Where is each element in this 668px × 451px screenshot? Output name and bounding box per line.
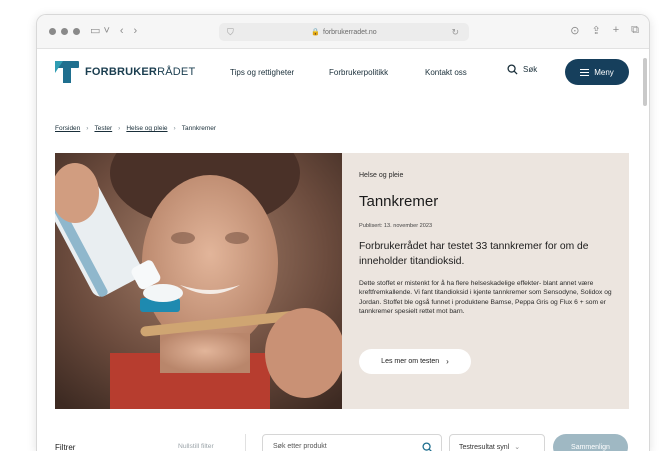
divider <box>245 434 246 451</box>
search-icon <box>507 64 518 75</box>
download-icon[interactable]: ⊙ <box>570 24 579 37</box>
filter-label: Filtrer <box>55 443 76 451</box>
published-date: Publisert: 13. november 2023 <box>359 223 433 229</box>
breadcrumb-helse[interactable]: Helse og pleie <box>126 125 167 132</box>
sort-selected-value: Testresultat synl <box>459 443 510 451</box>
product-search-input[interactable]: Søk etter produkt <box>262 434 442 451</box>
hamburger-icon <box>580 67 590 78</box>
read-more-label: Les mer om testen <box>381 358 440 365</box>
chevron-right-icon: › <box>118 125 121 132</box>
hero-section: Helse og pleie Tannkremer Publisert: 13.… <box>55 153 629 409</box>
page-scrollbar[interactable] <box>643 58 647 106</box>
tabs-icon[interactable]: ⧉ <box>631 24 639 37</box>
read-more-button[interactable]: Les mer om testen › <box>359 349 471 374</box>
search-link-label: Søk <box>523 65 538 74</box>
breadcrumb: Forsiden › Tester › Helse og pleie › Tan… <box>55 125 216 132</box>
web-page: FORBRUKERRÅDET Tips og rettigheter Forbr… <box>37 50 649 451</box>
nav-forbrukerpolitikk[interactable]: Forbrukerpolitikk <box>329 68 388 77</box>
breadcrumb-forsiden[interactable]: Forsiden <box>55 125 80 132</box>
hero-image <box>55 153 342 409</box>
breadcrumb-tester[interactable]: Tester <box>94 125 112 132</box>
close-dot-icon[interactable] <box>49 28 56 35</box>
chevron-right-icon: › <box>173 125 176 132</box>
address-text: forbrukerradet.no <box>323 28 377 36</box>
reload-icon[interactable]: ↻ <box>451 27 459 38</box>
logo-mark-icon <box>55 61 79 83</box>
lock-icon: 🔒 <box>311 29 320 36</box>
nav-kontakt[interactable]: Kontakt oss <box>425 68 467 77</box>
search-link[interactable]: Søk <box>507 64 537 75</box>
zoom-dot-icon[interactable] <box>73 28 80 35</box>
site-header: FORBRUKERRÅDET Tips og rettigheter Forbr… <box>37 50 649 94</box>
share-icon[interactable]: ⇪ <box>591 24 600 37</box>
compare-button[interactable]: Sammenlign <box>553 434 628 451</box>
nav-tips[interactable]: Tips og rettigheter <box>230 68 294 77</box>
chevron-right-icon: › <box>446 357 449 366</box>
site-logo[interactable]: FORBRUKERRÅDET <box>55 61 195 83</box>
chevron-right-icon: › <box>86 125 89 132</box>
compare-button-label: Sammenlign <box>571 443 610 451</box>
new-tab-icon[interactable]: + <box>613 24 619 37</box>
search-icon[interactable] <box>422 442 433 451</box>
article-category[interactable]: Helse og pleie <box>359 172 403 179</box>
filter-bar: Filtrer Nullstill filter Søk etter produ… <box>37 422 649 451</box>
menu-button[interactable]: Meny <box>565 59 629 85</box>
article-panel: Helse og pleie Tannkremer Publisert: 13.… <box>342 153 629 409</box>
shield-icon: ⛉ <box>227 26 234 37</box>
window-controls[interactable] <box>49 28 80 35</box>
menu-button-label: Meny <box>594 67 614 77</box>
sidebar-icon[interactable]: ▭ ˅ <box>90 26 110 37</box>
browser-window: ▭ ˅ ‹ › ⛉ 🔒 forbrukerradet.no ↻ ⊙ ⇪ + ⧉ <box>36 14 650 451</box>
search-placeholder: Søk etter produkt <box>273 443 327 450</box>
article-lead: Forbrukerrådet har testet 33 tannkremer … <box>359 241 589 267</box>
article-body: Dette stoffet er mistenkt for å ha flere… <box>359 280 612 316</box>
screen: ▭ ˅ ‹ › ⛉ 🔒 forbrukerradet.no ↻ ⊙ ⇪ + ⧉ <box>0 0 668 451</box>
chevron-down-icon: ⌄ <box>514 444 521 451</box>
toolbar-right-icons: ⊙ ⇪ + ⧉ <box>570 24 639 37</box>
logo-text: FORBRUKERRÅDET <box>85 66 196 78</box>
toothpaste-photo <box>55 153 342 409</box>
forward-icon[interactable]: › <box>134 26 138 37</box>
browser-toolbar: ▭ ˅ ‹ › ⛉ 🔒 forbrukerradet.no ↻ ⊙ ⇪ + ⧉ <box>37 15 649 49</box>
back-icon[interactable]: ‹ <box>120 26 124 37</box>
sort-select[interactable]: Testresultat synl ⌄ <box>449 434 545 451</box>
article-title: Tannkremer <box>359 193 439 210</box>
breadcrumb-current: Tannkremer <box>181 125 217 132</box>
minimize-dot-icon[interactable] <box>61 28 68 35</box>
reset-filter-link[interactable]: Nullstill filter <box>178 443 214 450</box>
address-bar[interactable]: ⛉ 🔒 forbrukerradet.no ↻ <box>219 23 469 41</box>
